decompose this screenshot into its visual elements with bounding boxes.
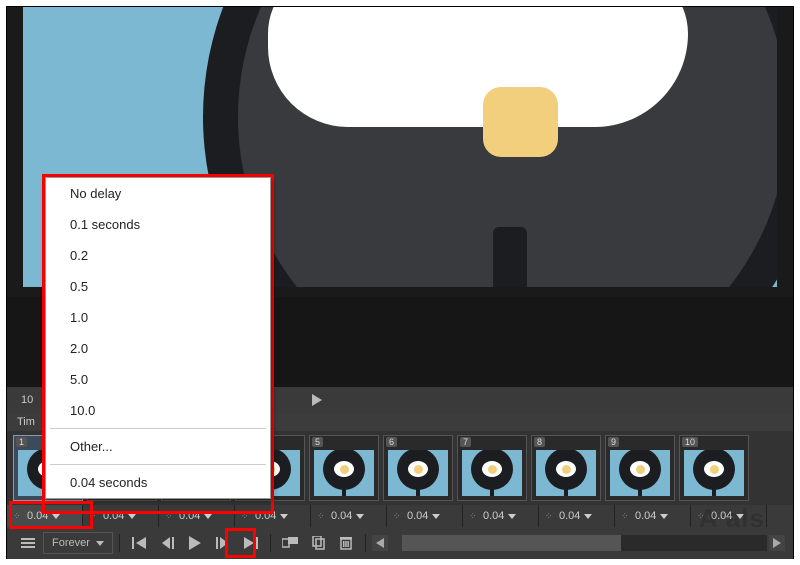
timeline-frame-thumb[interactable]: 9 xyxy=(605,435,675,501)
delay-menu-item-other[interactable]: Other... xyxy=(46,431,270,462)
menu-separator xyxy=(50,428,266,429)
loop-count-label: Forever xyxy=(52,537,90,549)
frame-delay-icon: ⁘ xyxy=(697,511,707,521)
frame-delay-cell[interactable]: ⁘ 0.04 xyxy=(463,505,539,527)
frame-delay-cell[interactable]: ⁘ 0.04 xyxy=(691,505,767,527)
frame-delay-cell[interactable]: ⁘ 0.04 xyxy=(615,505,691,527)
chevron-down-icon xyxy=(128,514,136,519)
frame-delay-cell[interactable]: ⁘ 0.04 xyxy=(387,505,463,527)
frame-delay-cell[interactable]: ⁘ 0.04 xyxy=(539,505,615,527)
frame-thumbnail-image xyxy=(536,450,596,496)
frame-delay-cell[interactable]: ⁘ 0.04 xyxy=(235,505,311,527)
frame-thumbnail-image xyxy=(388,450,448,496)
frame-delay-cell[interactable]: ⁘ 0.04 xyxy=(83,505,159,527)
first-frame-button[interactable] xyxy=(126,532,152,554)
frame-delay-icon: ⁘ xyxy=(13,511,23,521)
frame-delay-value: 0.04 xyxy=(27,510,48,522)
frame-delay-value: 0.04 xyxy=(483,510,504,522)
scroll-right-button[interactable] xyxy=(769,535,785,551)
frame-delay-value: 0.04 xyxy=(407,510,428,522)
frame-number-badge: 7 xyxy=(460,437,471,447)
frame-delay-row: ⁘ 0.04 ⁘ 0.04 ⁘ 0.04 ⁘ 0.04 ⁘ 0.04 ⁘ 0.0… xyxy=(7,505,793,527)
chevron-down-icon xyxy=(508,514,516,519)
delay-menu-item[interactable]: 10.0 xyxy=(46,395,270,426)
frame-number-badge: 5 xyxy=(312,437,323,447)
artwork-egg-white xyxy=(268,7,688,127)
tween-button[interactable] xyxy=(277,532,303,554)
frame-delay-icon: ⁘ xyxy=(241,511,251,521)
delay-menu-item[interactable]: 0.1 seconds xyxy=(46,209,270,240)
frame-delay-value: 0.04 xyxy=(103,510,124,522)
frame-delay-icon: ⁘ xyxy=(89,511,99,521)
frame-number-badge: 8 xyxy=(534,437,545,447)
delay-menu-item[interactable]: 5.0 xyxy=(46,364,270,395)
chevron-down-icon xyxy=(584,514,592,519)
last-frame-button[interactable] xyxy=(238,532,264,554)
artwork-pan-handle xyxy=(493,227,527,287)
timeline-controls-bar: Forever xyxy=(7,527,793,559)
frame-thumbnail-image xyxy=(462,450,522,496)
delay-menu-item[interactable]: 0.2 xyxy=(46,240,270,271)
chevron-down-icon xyxy=(280,514,288,519)
frame-delay-cell[interactable]: ⁘ 0.04 xyxy=(311,505,387,527)
frame-delay-icon: ⁘ xyxy=(393,511,403,521)
menu-separator xyxy=(50,464,266,465)
frame-number-badge: 9 xyxy=(608,437,619,447)
artwork-yolk xyxy=(483,87,558,157)
frame-delay-value: 0.04 xyxy=(255,510,276,522)
chevron-down-icon xyxy=(736,514,744,519)
chevron-down-icon xyxy=(52,514,60,519)
chevron-down-icon xyxy=(356,514,364,519)
frame-delay-icon: ⁘ xyxy=(621,511,631,521)
frame-delay-cell[interactable]: ⁘ 0.04 xyxy=(7,505,83,527)
chevron-down-icon xyxy=(204,514,212,519)
chevron-down-icon xyxy=(432,514,440,519)
timeline-frame-thumb[interactable]: 8 xyxy=(531,435,601,501)
timeline-frame-thumb[interactable]: 10 xyxy=(679,435,749,501)
next-frame-button[interactable] xyxy=(210,532,236,554)
frame-thumbnail-image xyxy=(684,450,744,496)
frame-count-label: 10 xyxy=(21,394,33,406)
frame-number-badge: 1 xyxy=(16,437,27,447)
previous-frame-button[interactable] xyxy=(154,532,180,554)
chevron-down-icon xyxy=(96,541,104,546)
loop-count-select[interactable]: Forever xyxy=(43,532,113,554)
timeline-scrollbar[interactable] xyxy=(402,535,767,551)
frame-thumbnail-image xyxy=(314,450,374,496)
frame-delay-value: 0.04 xyxy=(711,510,732,522)
timeline-options-button[interactable] xyxy=(15,532,41,554)
audio-playhead-icon[interactable] xyxy=(307,391,327,409)
frame-delay-value: 0.04 xyxy=(559,510,580,522)
delete-frame-button[interactable] xyxy=(333,532,359,554)
frame-delay-icon: ⁘ xyxy=(545,511,555,521)
duplicate-frame-button[interactable] xyxy=(305,532,331,554)
delay-menu-item[interactable]: 0.5 xyxy=(46,271,270,302)
timeline-frame-thumb[interactable]: 5 xyxy=(309,435,379,501)
play-button[interactable] xyxy=(182,532,208,554)
scroll-left-button[interactable] xyxy=(372,535,388,551)
frame-delay-cell[interactable]: ⁘ 0.04 xyxy=(159,505,235,527)
frame-number-badge: 6 xyxy=(386,437,397,447)
delay-menu-item-current[interactable]: 0.04 seconds xyxy=(46,467,270,498)
delay-menu-item[interactable]: 2.0 xyxy=(46,333,270,364)
timeline-scrollbar-thumb[interactable] xyxy=(402,535,621,551)
delay-menu-item[interactable]: No delay xyxy=(46,178,270,209)
frame-delay-icon: ⁘ xyxy=(165,511,175,521)
timeline-frame-thumb[interactable]: 6 xyxy=(383,435,453,501)
frame-delay-icon: ⁘ xyxy=(317,511,327,521)
timeline-frame-thumb[interactable]: 7 xyxy=(457,435,527,501)
frame-delay-value: 0.04 xyxy=(331,510,352,522)
frame-delay-value: 0.04 xyxy=(635,510,656,522)
frame-delay-menu: No delay0.1 seconds0.20.51.02.05.010.0 Ot… xyxy=(45,177,271,499)
frame-number-badge: 10 xyxy=(682,437,698,447)
frame-delay-icon: ⁘ xyxy=(469,511,479,521)
frame-delay-value: 0.04 xyxy=(179,510,200,522)
delay-menu-item[interactable]: 1.0 xyxy=(46,302,270,333)
frame-thumbnail-image xyxy=(610,450,670,496)
chevron-down-icon xyxy=(660,514,668,519)
